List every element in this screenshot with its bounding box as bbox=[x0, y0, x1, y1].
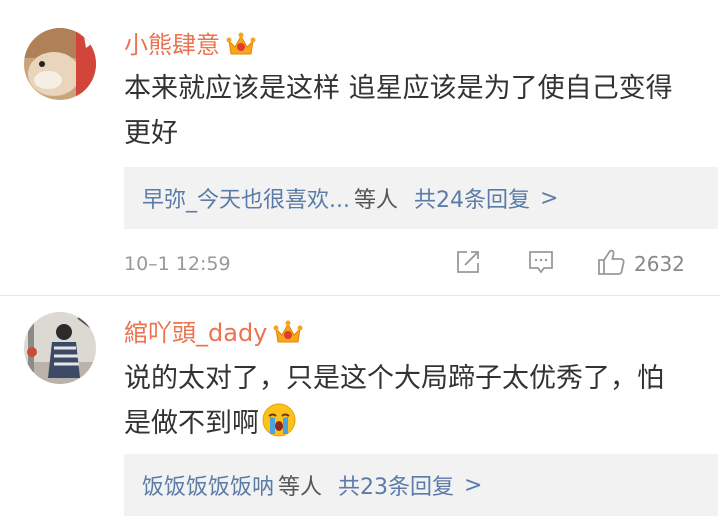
username-row: 小熊肆意 bbox=[124, 28, 256, 62]
share-button[interactable] bbox=[454, 249, 482, 279]
thumbs-up-icon bbox=[596, 247, 626, 281]
comment-item: 綰吖頭_dady 说的太对了，只是这个大局蹄子太优秀了，怕是做不到啊 饭饭饭饭饭… bbox=[0, 296, 720, 532]
avatar[interactable] bbox=[24, 28, 96, 100]
username[interactable]: 綰吖頭_dady bbox=[124, 316, 267, 350]
replies-preview[interactable]: 饭饭饭饭饭呐 等人 共23条回复 > bbox=[124, 454, 718, 516]
comment-meta: 10–1 12:59 2632 bbox=[124, 249, 704, 279]
comment-button[interactable] bbox=[527, 249, 555, 279]
like-count: 2632 bbox=[634, 252, 685, 276]
replies-preview[interactable]: 早弥_今天也很喜欢... 等人 共24条回复 > bbox=[124, 167, 718, 229]
avatar[interactable] bbox=[24, 312, 96, 384]
reply-users[interactable]: 早弥_今天也很喜欢... bbox=[142, 182, 350, 214]
vip-crown-icon bbox=[226, 31, 256, 59]
comment-item: 小熊肆意 本来就应该是这样 追星应该是为了使自己变得更好 早弥_今天也很喜欢..… bbox=[0, 0, 720, 296]
reply-suffix: 等人 bbox=[353, 188, 398, 213]
reply-users[interactable]: 饭饭饭饭饭呐 bbox=[142, 469, 274, 501]
vip-crown-icon bbox=[273, 319, 303, 347]
chevron-right-icon: > bbox=[540, 185, 559, 211]
reply-count-link[interactable]: 共23条回复 bbox=[338, 469, 454, 501]
chevron-right-icon: > bbox=[464, 472, 483, 498]
reply-suffix: 等人 bbox=[278, 475, 323, 500]
username-row: 綰吖頭_dady bbox=[124, 316, 303, 350]
reply-count-link[interactable]: 共24条回复 bbox=[414, 182, 530, 214]
like-button[interactable]: 2632 bbox=[596, 249, 685, 279]
timestamp: 10–1 12:59 bbox=[124, 253, 231, 275]
comment-text: 说的太对了，只是这个大局蹄子太优秀了，怕是做不到啊 bbox=[124, 356, 690, 446]
share-icon bbox=[454, 248, 482, 280]
comment-icon bbox=[527, 248, 555, 280]
crying-face-emoji-icon bbox=[261, 402, 297, 438]
comment-text-content: 说的太对了，只是这个大局蹄子太优秀了，怕是做不到啊 bbox=[124, 363, 664, 439]
username[interactable]: 小熊肆意 bbox=[124, 28, 220, 62]
comment-text: 本来就应该是这样 追星应该是为了使自己变得更好 bbox=[124, 73, 673, 149]
